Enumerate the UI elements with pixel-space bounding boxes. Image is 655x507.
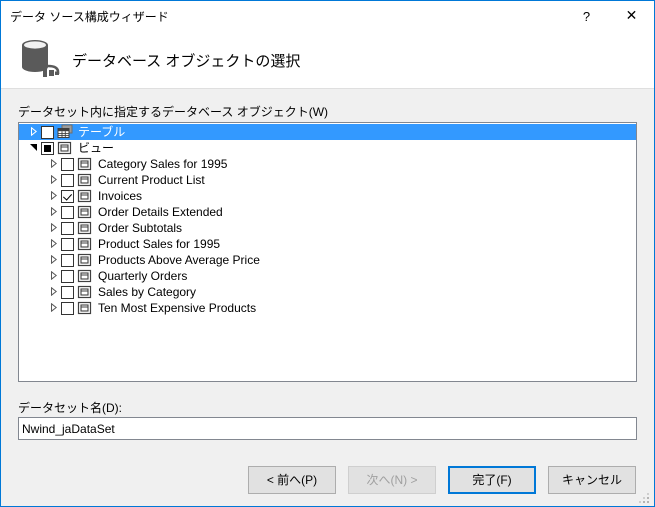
chevron-down-icon[interactable]	[25, 140, 41, 156]
question-mark-icon: ?	[582, 8, 591, 24]
page-title: データベース オブジェクトの選択	[72, 53, 301, 70]
tree-node-label: Ten Most Expensive Products	[98, 301, 257, 315]
view-icon	[77, 156, 93, 172]
tree-node-label: テーブル	[78, 125, 126, 139]
button-row: < 前へ(P) 次へ(N) > 完了(F) キャンセル	[1, 466, 654, 506]
tree-node[interactable]: テーブル	[19, 124, 636, 140]
tree-node-checkbox[interactable]	[61, 221, 74, 235]
view-icon	[77, 220, 93, 236]
tree-node-checkbox[interactable]	[41, 141, 54, 155]
view-icon	[77, 268, 93, 284]
database-objects-tree[interactable]: テーブルビュー Category Sales for 1995 Current Pr…	[18, 122, 637, 382]
view-icon	[77, 252, 93, 268]
tree-node-checkbox[interactable]	[61, 157, 74, 171]
finish-button[interactable]: 完了(F)	[448, 466, 536, 494]
tree-node[interactable]: Ten Most Expensive Products	[19, 300, 636, 316]
dataset-name-label: データセット名(D):	[18, 401, 122, 415]
view-icon	[77, 188, 93, 204]
chevron-right-icon[interactable]	[45, 156, 61, 172]
tree-node-label: Product Sales for 1995	[98, 237, 221, 251]
view-icon	[57, 140, 73, 156]
view-icon	[77, 204, 93, 220]
tree-node-checkbox[interactable]	[61, 237, 74, 251]
chevron-right-icon[interactable]	[45, 204, 61, 220]
tree-node[interactable]: Current Product List	[19, 172, 636, 188]
tree-node-checkbox[interactable]	[61, 189, 74, 203]
previous-button[interactable]: < 前へ(P)	[248, 466, 336, 494]
chevron-right-icon[interactable]	[45, 220, 61, 236]
dataset-name-input[interactable]	[18, 417, 637, 440]
title-bar: データ ソース構成ウィザード ? ✕	[1, 1, 654, 31]
tree-node-checkbox[interactable]	[61, 301, 74, 315]
tree-node[interactable]: Invoices	[19, 188, 636, 204]
tree-node-label: Sales by Category	[98, 285, 197, 299]
title-bar-buttons: ? ✕	[564, 1, 654, 31]
view-icon	[77, 284, 93, 300]
chevron-right-icon[interactable]	[45, 300, 61, 316]
tree-node-checkbox[interactable]	[61, 173, 74, 187]
tree-node[interactable]: ビュー	[19, 140, 636, 156]
tree-node[interactable]: Sales by Category	[19, 284, 636, 300]
tree-node-checkbox[interactable]	[61, 269, 74, 283]
tree-node-label: ビュー	[78, 141, 115, 155]
view-icon	[77, 172, 93, 188]
tree-node-label: Quarterly Orders	[98, 269, 188, 283]
chevron-right-icon[interactable]	[45, 284, 61, 300]
tree-node[interactable]: Quarterly Orders	[19, 268, 636, 284]
tree-node-label: Current Product List	[98, 173, 205, 187]
banner: データベース オブジェクトの選択	[1, 31, 654, 89]
tree-node[interactable]: Category Sales for 1995	[19, 156, 636, 172]
cancel-button[interactable]: キャンセル	[548, 466, 636, 494]
close-icon: ✕	[625, 8, 638, 24]
next-button: 次へ(N) >	[348, 466, 436, 494]
view-icon	[77, 236, 93, 252]
tree-label: データセット内に指定するデータベース オブジェクト(W)	[18, 105, 329, 119]
tree-node-label: Order Details Extended	[98, 205, 223, 219]
view-icon	[77, 300, 93, 316]
dialog-body: データセット内に指定するデータベース オブジェクト(W) テーブルビュー Cate…	[1, 90, 654, 506]
tree-node[interactable]: Product Sales for 1995	[19, 236, 636, 252]
tree-node-checkbox[interactable]	[61, 205, 74, 219]
chevron-right-icon[interactable]	[25, 124, 41, 140]
table-icon	[57, 124, 73, 140]
chevron-right-icon[interactable]	[45, 268, 61, 284]
tree-node[interactable]: Products Above Average Price	[19, 252, 636, 268]
tree-node-checkbox[interactable]	[61, 253, 74, 267]
help-button[interactable]: ?	[564, 1, 609, 31]
tree-node-label: Category Sales for 1995	[98, 157, 228, 171]
tree-node-checkbox[interactable]	[41, 125, 54, 139]
window-title: データ ソース構成ウィザード	[10, 9, 169, 24]
resize-grip[interactable]	[639, 492, 651, 504]
chevron-right-icon[interactable]	[45, 252, 61, 268]
tree-node[interactable]: Order Details Extended	[19, 204, 636, 220]
tree-node[interactable]: Order Subtotals	[19, 220, 636, 236]
chevron-right-icon[interactable]	[45, 188, 61, 204]
chevron-right-icon[interactable]	[45, 236, 61, 252]
tree-node-label: Order Subtotals	[98, 221, 183, 235]
dialog-window: データ ソース構成ウィザード ? ✕ データベース オブジェクトの選択 データセ…	[0, 0, 655, 507]
database-icon	[18, 36, 66, 82]
close-button[interactable]: ✕	[609, 1, 654, 31]
chevron-right-icon[interactable]	[45, 172, 61, 188]
tree-node-label: Invoices	[98, 189, 143, 203]
tree-node-checkbox[interactable]	[61, 285, 74, 299]
tree-node-label: Products Above Average Price	[98, 253, 260, 267]
